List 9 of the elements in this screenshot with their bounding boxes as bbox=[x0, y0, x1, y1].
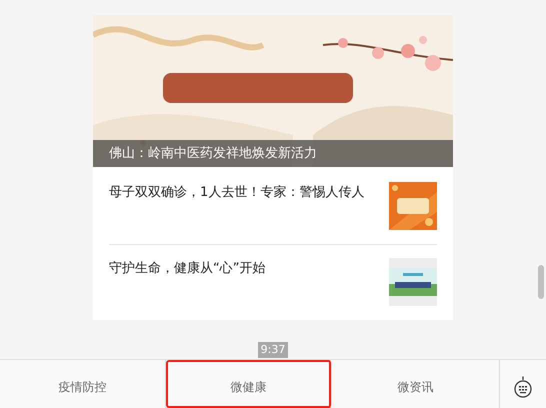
headline-caption[interactable]: 佛山：岭南中医药发祥地焕发新活力 bbox=[93, 140, 453, 167]
menu-item[interactable]: 微健康 bbox=[166, 360, 332, 408]
menu-item[interactable]: 疫情防控 bbox=[0, 360, 166, 408]
keyboard-icon[interactable] bbox=[514, 376, 532, 398]
timestamp: 9:37 bbox=[258, 342, 288, 358]
menu-item[interactable]: 微资讯 bbox=[332, 360, 500, 408]
article-title[interactable]: 母子双双确诊，1人去世！专家：警惕人传人 bbox=[109, 182, 364, 202]
scrollbar-thumb[interactable] bbox=[538, 265, 544, 299]
article-title[interactable]: 守护生命，健康从“心”开始 bbox=[109, 258, 266, 278]
